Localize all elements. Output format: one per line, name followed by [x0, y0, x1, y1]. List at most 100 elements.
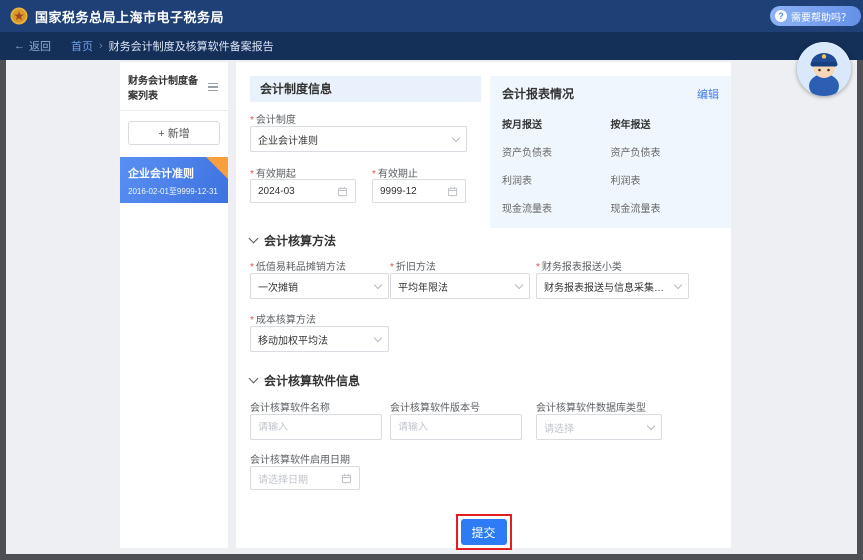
report-subtype-select[interactable]: 财务报表报送与信息采集（企业会...	[536, 273, 689, 299]
valid-to-value: 9999-12	[380, 185, 417, 197]
main-panel: 会计制度信息 * 会计制度 企业会计准则 * 有效期起 * 有效期止 2024-03 …	[236, 62, 731, 550]
amortization-label-text: 低值易耗品摊销方法	[255, 262, 346, 273]
software-date-label: 会计核算软件启用日期	[250, 455, 350, 466]
report-status-title: 会计报表情况	[502, 87, 575, 101]
required-mark: *	[390, 262, 394, 273]
software-name-label: 会计核算软件名称	[250, 403, 330, 414]
software-db-placeholder: 请选择	[544, 423, 574, 435]
accounting-system-select[interactable]: 企业会计准则	[250, 126, 467, 152]
site-title: 国家税务总局上海市电子税务局	[35, 9, 225, 25]
add-record-button[interactable]: + 新增	[128, 121, 220, 145]
costing-label-text: 成本核算方法	[255, 315, 316, 326]
back-arrow-icon: ←	[14, 40, 25, 52]
amortization-select[interactable]: 一次摊销	[250, 273, 389, 299]
chevron-down-icon	[514, 280, 524, 289]
submit-area: 提交	[236, 514, 731, 550]
breadcrumb-bar: ← 返回 首页 › 财务会计制度及核算软件备案报告	[0, 32, 863, 60]
back-label: 返回	[29, 41, 51, 53]
yearly-report-item: 资产负债表	[610, 148, 661, 159]
chevron-down-icon	[646, 421, 656, 430]
accounting-methods-section-title: 会计核算方法	[248, 232, 337, 249]
accounting-system-label: * 会计制度	[250, 111, 296, 126]
software-db-select[interactable]: 请选择	[536, 414, 662, 440]
costing-value: 移动加权平均法	[258, 335, 328, 347]
depreciation-label-text: 折旧方法	[395, 262, 436, 273]
record-card-selected[interactable]: 企业会计准则 2016-02-01至9999-12-31	[120, 157, 228, 203]
chevron-down-icon	[373, 280, 383, 289]
accounting-system-value: 企业会计准则	[258, 135, 318, 147]
record-period: 2016-02-01至9999-12-31	[128, 187, 218, 196]
monthly-column: 按月报送 资产负债表 利润表 现金流量表	[502, 116, 611, 228]
national-emblem-logo	[10, 7, 28, 25]
monthly-column-header: 按月报送	[502, 120, 542, 131]
sidebar-header: 财务会计制度备案列表	[120, 62, 228, 111]
mascot-icon	[797, 42, 851, 96]
yearly-report-item: 现金流量表	[610, 204, 661, 215]
status-ribbon	[206, 157, 228, 179]
monthly-report-item: 资产负债表	[502, 148, 552, 159]
report-status-header: 会计报表情况 编辑	[490, 76, 731, 102]
annotation-highlight-box: 提交	[455, 514, 512, 550]
software-info-title-text: 会计核算软件信息	[264, 374, 361, 388]
report-subtype-value: 财务报表报送与信息采集（企业会...	[544, 282, 671, 294]
chevron-down-icon	[673, 280, 683, 289]
valid-from-input[interactable]: 2024-03	[250, 179, 356, 203]
calendar-icon	[341, 473, 352, 483]
yearly-column: 按年报送 资产负债表 利润表 现金流量表	[611, 116, 720, 228]
valid-to-input[interactable]: 9999-12	[372, 179, 466, 203]
required-mark: *	[536, 262, 540, 273]
costing-select[interactable]: 移动加权平均法	[250, 326, 389, 352]
software-date-input[interactable]: 请选择日期	[250, 466, 360, 490]
breadcrumb-separator-icon: ›	[99, 40, 103, 52]
report-status-columns: 按月报送 资产负债表 利润表 现金流量表 按年报送 资产负债表 利润表 现金流量…	[490, 102, 731, 228]
accounting-methods-title-text: 会计核算方法	[264, 234, 337, 248]
report-status-panel: 会计报表情况 编辑 按月报送 资产负债表 利润表 现金流量表 按年报送 资产负债…	[490, 76, 731, 228]
help-button[interactable]: ? 需要帮助吗？	[770, 6, 861, 26]
software-version-label: 会计核算软件版本号	[390, 403, 480, 414]
depreciation-select[interactable]: 平均年限法	[390, 273, 530, 299]
required-mark: *	[250, 115, 254, 126]
accounting-system-section-title: 会计制度信息	[250, 76, 481, 102]
submit-button[interactable]: 提交	[460, 519, 507, 545]
edit-link[interactable]: 编辑	[697, 86, 719, 102]
required-mark: *	[250, 315, 254, 326]
depreciation-value: 平均年限法	[398, 282, 448, 294]
software-version-input[interactable]	[398, 421, 514, 433]
top-header: 国家税务总局上海市电子税务局 ? 需要帮助吗？	[0, 0, 863, 32]
mascot-avatar[interactable]	[797, 42, 851, 96]
breadcrumb-home[interactable]: 首页	[71, 38, 93, 54]
collapse-chevron-icon[interactable]	[248, 373, 259, 384]
report-subtype-label: * 财务报表报送小类	[536, 258, 622, 273]
valid-from-value: 2024-03	[258, 185, 295, 197]
back-link[interactable]: ← 返回	[14, 38, 51, 54]
software-date-placeholder: 请选择日期	[258, 474, 308, 486]
sidebar-title: 财务会计制度备案列表	[128, 76, 198, 102]
amortization-value: 一次摊销	[258, 282, 298, 294]
report-subtype-label-text: 财务报表报送小类	[541, 262, 622, 273]
software-db-label: 会计核算软件数据库类型	[536, 403, 646, 414]
breadcrumb-current: 财务会计制度及核算软件备案报告	[108, 41, 274, 53]
depreciation-label: * 折旧方法	[390, 258, 436, 273]
calendar-icon	[337, 186, 348, 196]
yearly-report-item: 利润表	[610, 176, 641, 187]
monthly-report-item: 利润表	[502, 176, 532, 187]
valid-from-label: * 有效期起	[250, 165, 296, 180]
list-menu-icon[interactable]	[206, 81, 220, 94]
software-info-section-title: 会计核算软件信息	[248, 372, 361, 389]
accounting-system-label-text: 会计制度	[255, 115, 296, 126]
software-version-field	[390, 414, 522, 440]
yearly-column-header: 按年报送	[610, 120, 651, 131]
software-name-field	[250, 414, 382, 440]
sidebar: 财务会计制度备案列表 + 新增 企业会计准则 2016-02-01至9999-1…	[120, 62, 228, 548]
amortization-label: * 低值易耗品摊销方法	[250, 258, 346, 273]
collapse-chevron-icon[interactable]	[248, 233, 259, 244]
help-icon: ?	[775, 10, 787, 22]
chevron-down-icon	[373, 333, 383, 342]
software-name-input[interactable]	[258, 421, 374, 433]
help-button-label: 需要帮助吗？	[791, 12, 851, 24]
costing-label: * 成本核算方法	[250, 311, 316, 326]
valid-to-label: * 有效期止	[372, 165, 418, 180]
required-mark: *	[250, 262, 254, 273]
chevron-down-icon	[451, 133, 461, 142]
calendar-icon	[447, 186, 458, 196]
